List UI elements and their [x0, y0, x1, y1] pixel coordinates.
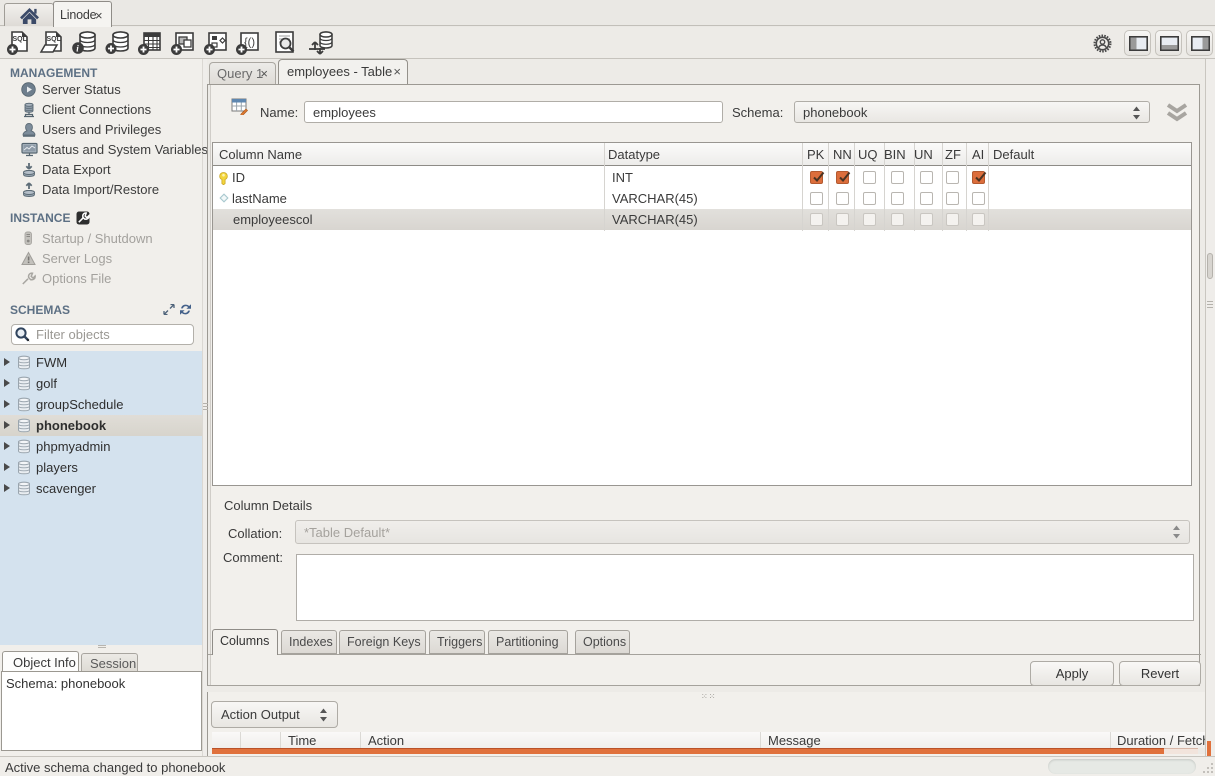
- svg-text:SQL: SQL: [13, 36, 28, 43]
- svg-text:SQL: SQL: [47, 36, 62, 43]
